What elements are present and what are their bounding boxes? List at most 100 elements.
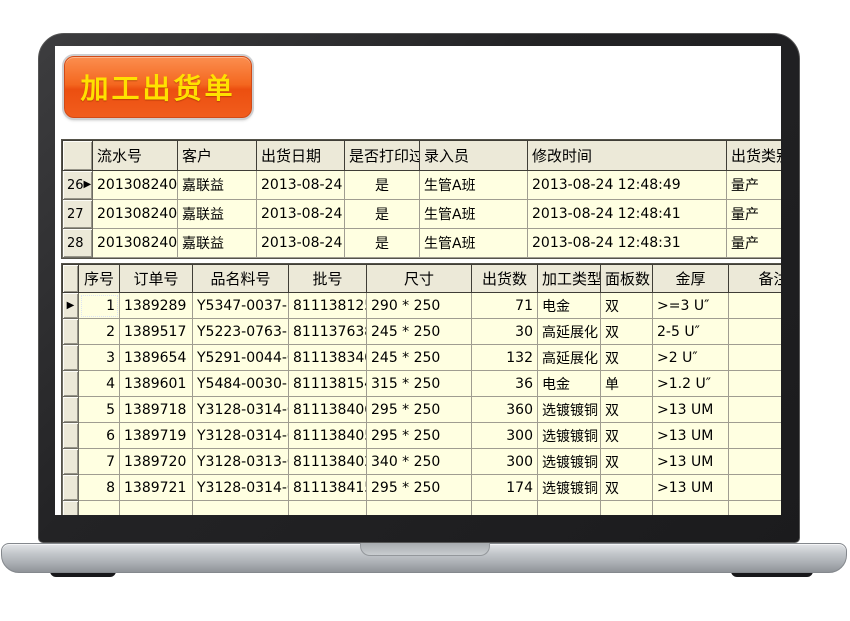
table-cell[interactable] (729, 475, 782, 501)
table-cell[interactable]: Y3128-0314-000 (193, 423, 289, 449)
column-header[interactable]: 金厚 (653, 265, 729, 293)
table-cell[interactable]: 1389517 (120, 319, 193, 345)
table-cell[interactable]: >13 UM (653, 449, 729, 475)
column-header[interactable]: 备注 (729, 265, 782, 293)
table-cell[interactable]: 8111384068 (289, 397, 367, 423)
table-cell[interactable]: 双 (601, 475, 653, 501)
table-cell[interactable] (729, 345, 782, 371)
row-selector[interactable] (63, 423, 79, 449)
table-cell[interactable] (729, 293, 782, 319)
table-cell[interactable]: 8111381256. (289, 293, 367, 319)
table-cell[interactable]: Y5223-0763-100 (193, 319, 289, 345)
table-cell[interactable]: 8111381542 (289, 371, 367, 397)
table-cell[interactable]: 量产 (727, 200, 782, 229)
table-cell[interactable]: 8 (79, 475, 120, 501)
column-header[interactable]: 是否打印过 (345, 141, 420, 171)
table-cell[interactable]: >1.2 U″ (653, 371, 729, 397)
table-cell[interactable]: 1 (79, 293, 120, 319)
row-selector[interactable]: 28 (63, 229, 93, 258)
row-selector[interactable] (63, 319, 79, 345)
table-cell[interactable]: 1389720 (120, 449, 193, 475)
table-cell[interactable]: 300 (472, 449, 538, 475)
table-cell[interactable]: 4 (79, 371, 120, 397)
table-cell[interactable]: 8111384059 (289, 423, 367, 449)
table-cell[interactable]: 6 (79, 423, 120, 449)
table-cell[interactable] (729, 397, 782, 423)
column-header[interactable]: 出货日期 (257, 141, 345, 171)
table-cell[interactable]: Y5347-0037-100 (193, 293, 289, 319)
column-header[interactable]: 面板数 (601, 265, 653, 293)
table-cell[interactable]: 20130824022 (93, 200, 178, 229)
table-cell[interactable]: 8111384150 (289, 475, 367, 501)
table-cell[interactable]: 2 (79, 319, 120, 345)
table-cell[interactable]: >=3 U″ (653, 293, 729, 319)
table-cell[interactable]: 生管A班 (420, 171, 528, 200)
table-cell[interactable]: 双 (601, 423, 653, 449)
table-cell[interactable]: 245 * 250 (367, 319, 472, 345)
table-cell[interactable]: 1389654 (120, 345, 193, 371)
table-cell[interactable]: 132 (472, 345, 538, 371)
table-cell[interactable]: 是 (345, 229, 420, 258)
shipment-order-title-button[interactable]: 加工出货单 (64, 56, 252, 118)
table-cell[interactable]: 8111383404 (289, 345, 367, 371)
table-cell[interactable]: 电金 (538, 371, 601, 397)
table-cell[interactable]: >13 UM (653, 397, 729, 423)
table-cell[interactable]: 340 * 250 (367, 449, 472, 475)
column-header[interactable]: 录入员 (420, 141, 528, 171)
table-cell[interactable]: 360 (472, 397, 538, 423)
column-header[interactable]: 批号 (289, 265, 367, 293)
table-cell[interactable]: 8111384029 (289, 449, 367, 475)
column-header[interactable]: 出货类别 (727, 141, 782, 171)
row-selector[interactable] (63, 501, 79, 516)
table-cell[interactable] (729, 371, 782, 397)
column-header[interactable]: 流水号 (93, 141, 178, 171)
table-cell[interactable]: 选镀镀铜 (538, 423, 601, 449)
table-cell[interactable]: 315 * 250 (367, 371, 472, 397)
table-cell[interactable]: 单 (601, 371, 653, 397)
table-cell[interactable]: 1389721 (120, 475, 193, 501)
table-cell[interactable]: 嘉联益 (178, 229, 257, 258)
table-cell[interactable]: 1389718 (120, 397, 193, 423)
row-selector[interactable] (63, 475, 79, 501)
table-cell[interactable] (729, 319, 782, 345)
row-selector[interactable] (63, 345, 79, 371)
table-cell[interactable]: 30 (472, 319, 538, 345)
column-header[interactable]: 加工类型 (538, 265, 601, 293)
table-cell[interactable]: >13 UM (653, 423, 729, 449)
table-cell[interactable] (729, 423, 782, 449)
table-cell[interactable]: 2013-08-24 12:48:41 (528, 200, 727, 229)
table-cell[interactable]: 36 (472, 371, 538, 397)
table-cell[interactable]: 电金 (538, 293, 601, 319)
table-cell[interactable]: Y3128-0314-000 (193, 397, 289, 423)
table-cell[interactable]: 5 (79, 397, 120, 423)
table-cell[interactable]: 选镀镀铜 (538, 475, 601, 501)
row-selector[interactable] (63, 449, 79, 475)
table-cell[interactable]: 量产 (727, 171, 782, 200)
table-cell[interactable]: 双 (601, 449, 653, 475)
table-cell[interactable]: 双 (601, 345, 653, 371)
row-selector[interactable]: 27 (63, 200, 93, 229)
table-cell[interactable]: 3 (79, 345, 120, 371)
table-cell[interactable]: >2 U″ (653, 345, 729, 371)
column-header[interactable]: 序号 (79, 265, 120, 293)
table-cell[interactable]: Y5484-0030-100 (193, 371, 289, 397)
table-cell[interactable]: 生管A班 (420, 200, 528, 229)
table-cell[interactable]: 295 * 250 (367, 475, 472, 501)
table-cell[interactable]: 双 (601, 293, 653, 319)
table-cell[interactable]: 7 (79, 449, 120, 475)
table-cell[interactable]: 选镀镀铜 (538, 397, 601, 423)
table-cell[interactable]: 295 * 250 (367, 423, 472, 449)
table-cell[interactable]: 高延展化 (538, 345, 601, 371)
column-header[interactable]: 订单号 (120, 265, 193, 293)
table-cell[interactable]: 2013-08-24 (257, 200, 345, 229)
table-cell[interactable]: 双 (601, 319, 653, 345)
table-cell[interactable]: 双 (601, 397, 653, 423)
table-cell[interactable]: 290 * 250 (367, 293, 472, 319)
table-cell[interactable]: Y3128-0314-000 (193, 475, 289, 501)
column-header[interactable]: 品名料号 (193, 265, 289, 293)
table-cell[interactable]: 1389601 (120, 371, 193, 397)
table-cell[interactable]: Y3128-0313-000 (193, 449, 289, 475)
table-cell[interactable]: 300 (472, 423, 538, 449)
table-cell[interactable]: 295 * 250 (367, 397, 472, 423)
column-header[interactable]: 客户 (178, 141, 257, 171)
